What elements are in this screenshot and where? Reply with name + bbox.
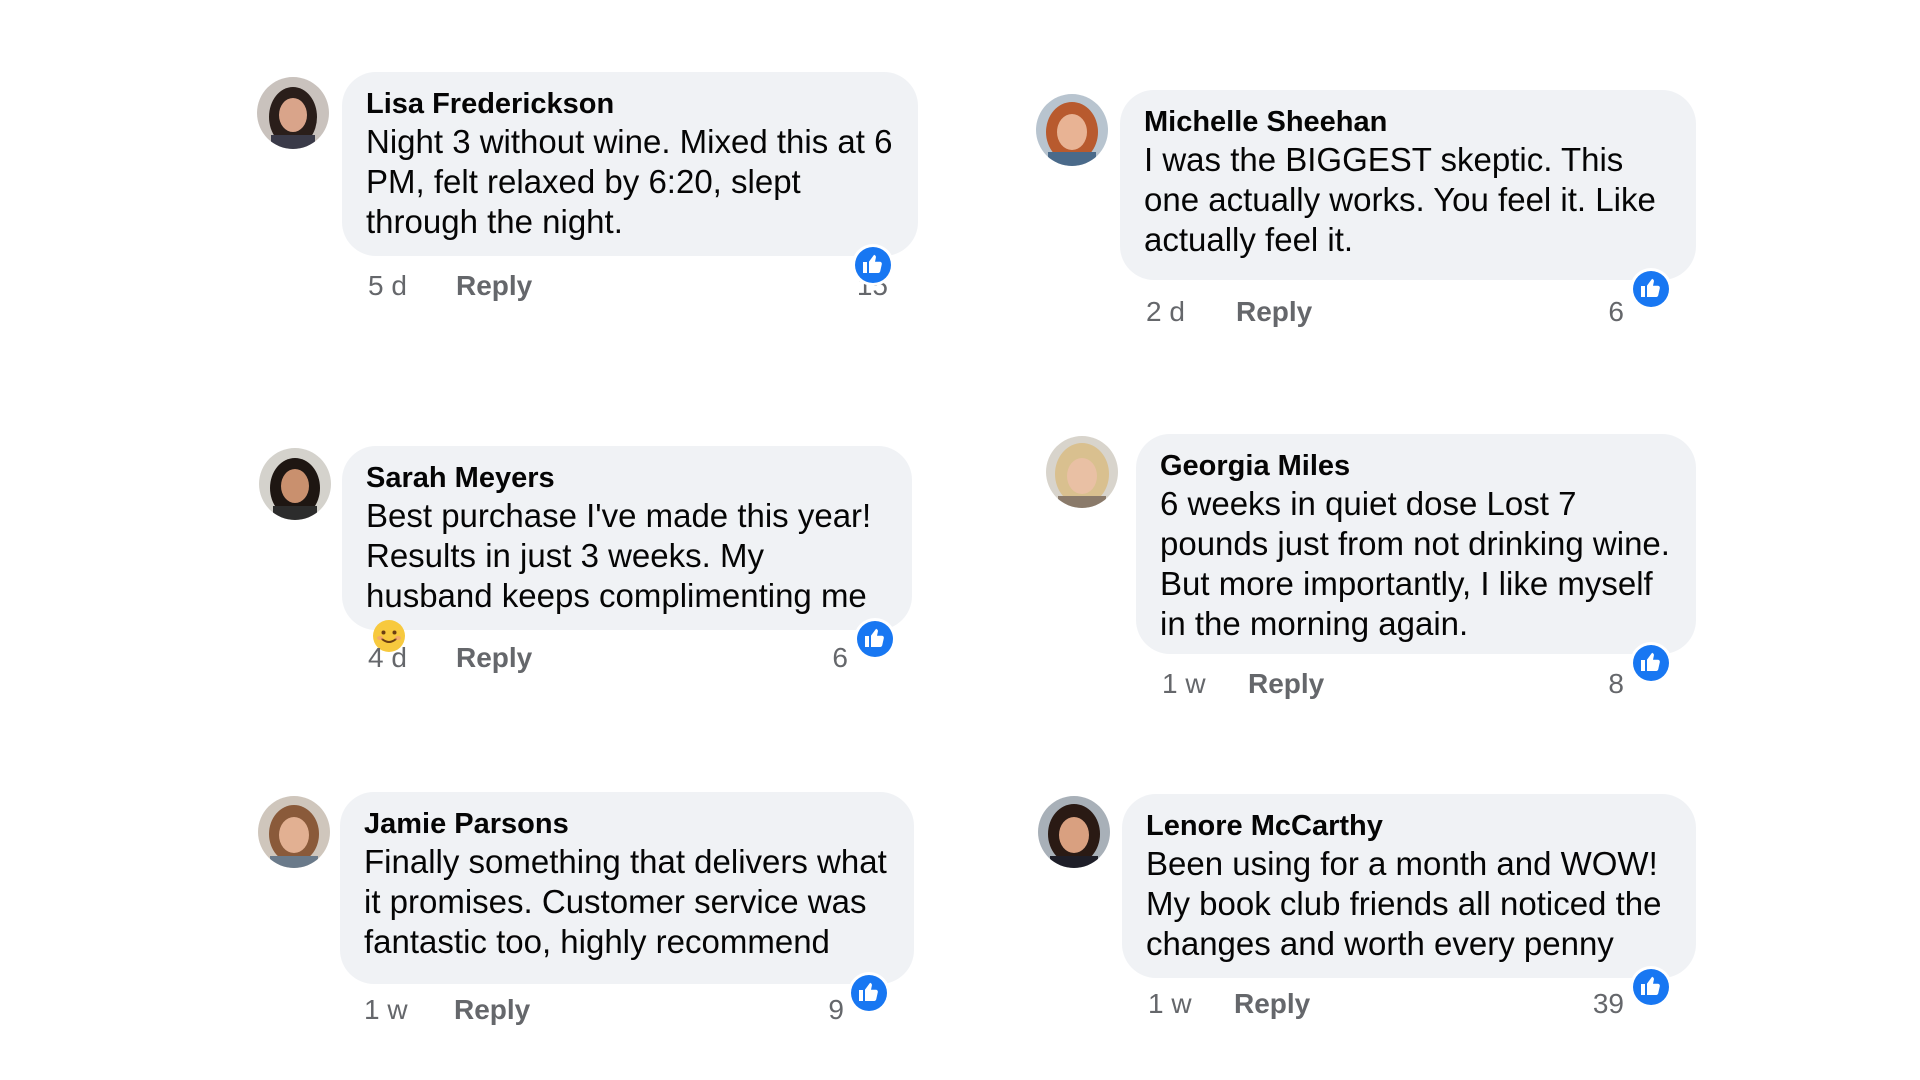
comment-author[interactable]: Jamie Parsons [364, 806, 890, 842]
thumbs-up-icon [861, 252, 885, 276]
comment-timestamp[interactable]: 1 w [1148, 988, 1192, 1020]
reply-button[interactable]: Reply [1248, 668, 1324, 700]
thumbs-up-icon [1639, 276, 1663, 300]
like-count[interactable]: 8 [1608, 668, 1624, 700]
comment-text: I was the BIGGEST skeptic. This one actu… [1144, 141, 1656, 258]
comment-timestamp[interactable]: 5 d [368, 270, 407, 302]
comment-text: Finally something that delivers what it … [364, 843, 887, 960]
comment-timestamp[interactable]: 4 d [368, 642, 407, 674]
like-reaction-badge[interactable] [1630, 966, 1672, 1008]
comment-bubble: Jamie Parsons Finally something that del… [340, 792, 914, 984]
comment-text: 6 weeks in quiet dose Lost 7 pounds just… [1160, 485, 1670, 642]
avatar[interactable] [257, 77, 329, 149]
like-count[interactable]: 39 [1593, 988, 1624, 1020]
thumbs-up-icon [857, 980, 881, 1004]
comment-text: Night 3 without wine. Mixed this at 6 PM… [366, 123, 893, 240]
comment-timestamp[interactable]: 1 w [1162, 668, 1206, 700]
like-reaction-badge[interactable] [852, 244, 894, 286]
comment-bubble: Lisa Frederickson Night 3 without wine. … [342, 72, 918, 256]
avatar[interactable] [258, 796, 330, 868]
comment-meta: 2 d Reply 6 [1146, 296, 1624, 330]
thumbs-up-icon [863, 626, 887, 650]
like-reaction-badge[interactable] [848, 972, 890, 1014]
like-count[interactable]: 9 [828, 994, 844, 1026]
comment-bubble: Michelle Sheehan I was the BIGGEST skept… [1120, 90, 1696, 280]
avatar[interactable] [1036, 94, 1108, 166]
comment-bubble: Sarah Meyers Best purchase I've made thi… [342, 446, 912, 652]
comment-timestamp[interactable]: 1 w [364, 994, 408, 1026]
reply-button[interactable]: Reply [456, 270, 532, 302]
comment-meta: 1 w Reply 9 [364, 994, 844, 1028]
reply-button[interactable]: Reply [454, 994, 530, 1026]
comment-author[interactable]: Lenore McCarthy [1146, 808, 1672, 844]
comment-meta: 1 w Reply 39 [1148, 988, 1624, 1022]
like-count[interactable]: 6 [832, 642, 848, 674]
comment-author[interactable]: Michelle Sheehan [1144, 104, 1672, 140]
comment-text: Best purchase I've made this year! Resul… [366, 496, 888, 656]
like-reaction-badge[interactable] [854, 618, 896, 660]
reply-button[interactable]: Reply [1236, 296, 1312, 328]
comment-meta: 4 d Reply 6 [368, 642, 848, 676]
avatar[interactable] [1046, 436, 1118, 508]
reply-button[interactable]: Reply [456, 642, 532, 674]
comment-bubble: Lenore McCarthy Been using for a month a… [1122, 794, 1696, 978]
thumbs-up-icon [1639, 650, 1663, 674]
like-reaction-badge[interactable] [1630, 268, 1672, 310]
like-count[interactable]: 6 [1608, 296, 1624, 328]
avatar[interactable] [259, 448, 331, 520]
comment-bubble: Georgia Miles 6 weeks in quiet dose Lost… [1136, 434, 1696, 654]
avatar[interactable] [1038, 796, 1110, 868]
like-reaction-badge[interactable] [1630, 642, 1672, 684]
comment-meta: 5 d Reply 15 [368, 270, 888, 304]
reply-button[interactable]: Reply [1234, 988, 1310, 1020]
thumbs-up-icon [1639, 974, 1663, 998]
comment-author[interactable]: Sarah Meyers [366, 460, 888, 496]
comment-author[interactable]: Georgia Miles [1160, 448, 1672, 484]
comment-meta: 1 w Reply 8 [1162, 668, 1624, 702]
comment-author[interactable]: Lisa Frederickson [366, 86, 894, 122]
comment-text: Been using for a month and WOW! My book … [1146, 845, 1662, 962]
comment-timestamp[interactable]: 2 d [1146, 296, 1185, 328]
